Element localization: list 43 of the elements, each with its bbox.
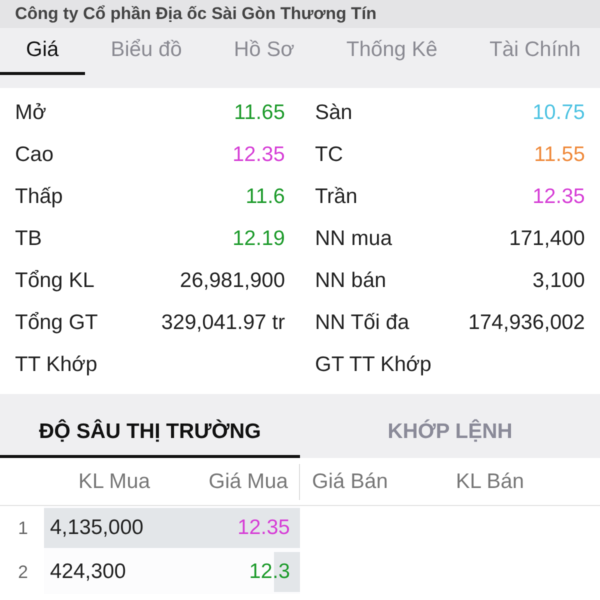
stat-value: 12.35 xyxy=(532,184,585,210)
stat-label: Mở xyxy=(15,100,46,126)
buy-volume: 4,135,000 xyxy=(50,515,144,542)
company-title: Công ty Cổ phần Địa ốc Sài Gòn Thương Tín xyxy=(15,3,377,26)
buy-price: 12.35 xyxy=(237,515,290,542)
tab[interactable]: Hồ Sơ xyxy=(208,28,320,75)
stat-value: 11.6 xyxy=(246,184,285,210)
stat-value: 11.55 xyxy=(534,142,585,168)
buy-volume: 424,300 xyxy=(50,559,126,586)
stat-value: 171,400 xyxy=(509,226,585,252)
column-header: KL Bán xyxy=(454,468,524,495)
column-header: Giá Bán xyxy=(311,468,389,495)
stat-value: 10.75 xyxy=(532,100,585,126)
row-number: 2 xyxy=(17,560,30,584)
stat-value: 12.35 xyxy=(232,142,285,168)
stat-label: NN mua xyxy=(315,226,392,252)
tab[interactable]: Tài Chính xyxy=(463,28,600,75)
stat-label: Tổng GT xyxy=(15,310,98,336)
stat-value: 26,981,900 xyxy=(180,268,285,294)
column-header: KL Mua xyxy=(77,468,150,495)
stat-label: TT Khớp xyxy=(15,352,98,378)
stat-label: Sàn xyxy=(315,100,352,126)
tab[interactable]: Thống Kê xyxy=(320,28,464,75)
stat-value: 12.19 xyxy=(232,226,285,252)
stat-label: NN bán xyxy=(315,268,386,294)
stat-label: Trần xyxy=(315,184,358,210)
stat-label: TB xyxy=(15,226,42,252)
stat-label: TC xyxy=(315,142,343,168)
row-number: 1 xyxy=(17,516,30,540)
stat-value: 3,100 xyxy=(532,268,585,294)
stat-value: 329,041.97 tr xyxy=(161,310,285,336)
stat-label: Tổng KL xyxy=(15,268,94,294)
stat-value: 11.65 xyxy=(234,100,285,126)
stat-label: GT TT Khớp xyxy=(315,352,432,378)
buy-price: 12.3 xyxy=(249,559,290,586)
stat-label: Thấp xyxy=(15,184,63,210)
depth-tab[interactable]: KHỚP LỆNH xyxy=(300,408,600,458)
column-header: Giá Mua xyxy=(208,468,288,495)
stat-label: NN Tối đa xyxy=(315,310,410,336)
depth-tab[interactable]: ĐỘ SÂU THỊ TRƯỜNG xyxy=(0,408,300,458)
stat-label: Cao xyxy=(15,142,54,168)
tab[interactable]: Biểu đồ xyxy=(84,28,208,75)
stat-value: 174,936,002 xyxy=(468,310,585,336)
